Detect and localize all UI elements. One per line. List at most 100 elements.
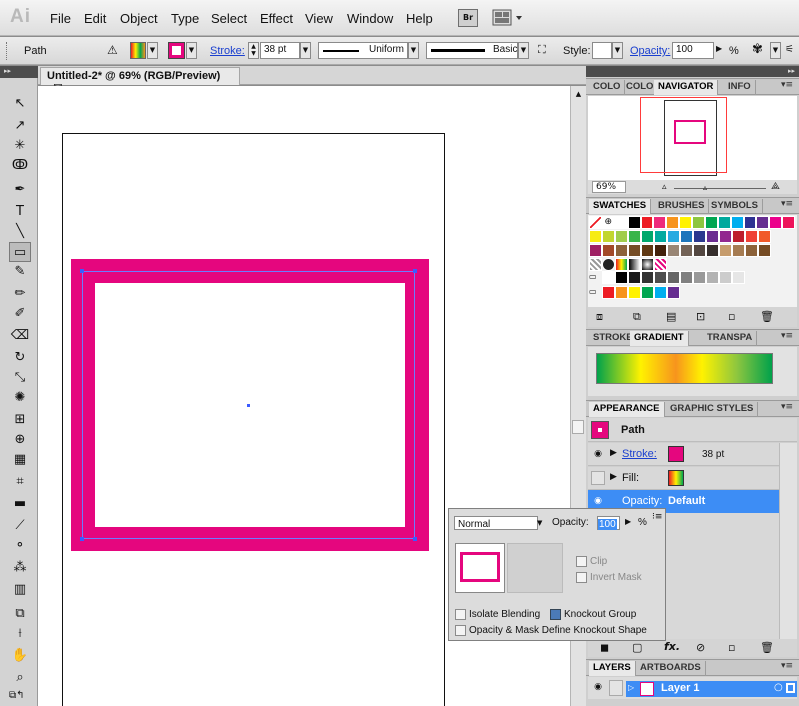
swatch[interactable] [680,244,693,257]
swatch[interactable] [717,216,731,229]
selection-handle[interactable] [80,269,84,273]
swatch[interactable] [758,244,771,257]
layer-target-icon[interactable]: ○ [774,682,783,693]
opacity-slider-arrow-icon[interactable]: ▶ [716,44,722,53]
opacity-mask-thumbnail[interactable] [507,543,563,593]
direct-selection-icon[interactable]: ↗ [9,116,31,136]
swatch[interactable] [782,216,795,229]
menu-file[interactable]: File [50,11,71,26]
fill-stroke-swap-icon[interactable]: ⧉↰ [9,690,33,704]
blend-mode-select[interactable]: Normal [454,516,538,530]
layer-row[interactable]: ◉ ▷ Layer 1 ○ [588,677,797,699]
swatch[interactable] [667,230,680,243]
new-color-group-icon[interactable]: ⊡ [696,310,705,323]
knockout-group-checkbox[interactable] [550,609,561,620]
expand-triangle-icon[interactable]: ▷ [628,683,634,692]
swatch[interactable] [589,258,602,271]
swatch[interactable] [602,230,615,243]
add-new-fill-icon[interactable]: ▢ [632,641,642,654]
tab-color[interactable]: COLO [589,80,626,95]
layer-name[interactable]: Layer 1 [661,682,700,694]
swatch[interactable] [693,230,706,243]
bridge-button[interactable]: Br [458,9,478,27]
rectangle-icon[interactable]: ▭ [9,242,31,262]
stroke-weight-field[interactable]: 38 pt [260,42,300,59]
selection-handle[interactable] [80,537,84,541]
appearance-stroke-row[interactable]: ◉ ▶ Stroke: 38 pt [588,443,779,466]
add-new-effect-icon[interactable]: fx. [664,640,680,653]
navigator-view-box[interactable] [640,97,727,173]
swatch[interactable] [589,244,602,257]
layer-selected-bar[interactable]: ▷ Layer 1 ○ [626,681,797,697]
swatch[interactable] [602,271,615,284]
swatch[interactable] [758,230,771,243]
warning-icon[interactable]: ⚠ [107,43,118,57]
blend-mode-dropdown[interactable]: ▼ [537,516,547,530]
selection-arrow-icon[interactable]: ↖ [9,94,31,114]
gradient-menu-icon[interactable]: ▾≡ [781,331,793,341]
swatch-libraries-icon[interactable]: ⧈ [596,310,603,324]
swatch[interactable] [653,216,667,229]
appearance-scrollbar[interactable] [779,443,797,639]
tab-artboards[interactable]: ARTBOARDS [636,661,706,676]
registration-swatch[interactable]: ⊕ [601,216,615,229]
stroke-color-swatch[interactable] [668,446,684,462]
warp-icon[interactable]: ✺ [9,388,31,408]
navigator-preview[interactable] [588,96,797,180]
object-thumbnail[interactable] [455,543,505,593]
rotate-icon[interactable]: ↻ [9,348,31,368]
new-swatch-icon[interactable]: ▫ [728,310,735,323]
column-graph-icon[interactable]: ▥ [9,580,31,600]
swatch[interactable] [628,230,641,243]
swatch[interactable] [719,230,732,243]
tab-symbols[interactable]: SYMBOLS [707,199,763,214]
swatch[interactable] [615,230,628,243]
swatch[interactable] [706,271,719,284]
tab-graphic-styles[interactable]: GRAPHIC STYLES [666,402,759,417]
opacity-field[interactable]: 100 [672,42,714,59]
swatch[interactable] [745,230,758,243]
none-swatch[interactable] [589,216,602,229]
swatch[interactable] [704,216,718,229]
isolate-blending-checkbox[interactable] [455,609,466,620]
swatch[interactable] [654,258,667,271]
lasso-icon[interactable]: ↂ [9,156,31,176]
clip-checkbox[interactable] [576,556,587,567]
swatch[interactable] [640,216,654,229]
gradient-preview[interactable] [596,353,773,384]
swatch[interactable] [615,258,628,271]
swatch[interactable] [719,244,732,257]
visibility-eye-icon[interactable]: ◉ [591,449,605,461]
swatch[interactable] [654,286,667,299]
blob-brush-icon[interactable]: ✐ [9,304,31,324]
recolor-dropdown[interactable]: ▼ [770,42,781,59]
free-transform-icon[interactable]: ⊞ [9,410,31,430]
swatch[interactable] [654,244,667,257]
show-swatch-kinds-icon[interactable]: ⧉ [633,310,641,324]
artboard-icon[interactable]: ⧉ [9,604,31,624]
slice-icon[interactable]: ⟊ [9,624,31,644]
swatch[interactable] [706,244,719,257]
add-new-stroke-icon[interactable]: ◼ [600,641,609,654]
align-stroke-icon[interactable]: ⛶ [538,43,546,57]
graphic-style-swatch[interactable] [592,42,612,59]
tab-info[interactable]: INFO [724,80,756,95]
tools-panel-header[interactable]: ▸▸ [0,66,38,78]
scroll-thumb[interactable] [572,420,584,434]
opacity-mask-knockout-checkbox[interactable] [455,625,466,636]
menu-window[interactable]: Window [347,11,393,26]
swatch[interactable] [627,216,641,229]
swatch[interactable] [589,230,602,243]
appearance-fill-row[interactable]: ▶ Fill: [588,467,779,490]
zoom-in-icon[interactable]: ⟁ [771,181,780,192]
tab-color-guide[interactable]: COLO [622,80,659,95]
stroke-spinner[interactable]: ▲ ▼ [248,42,259,59]
hand-icon[interactable]: ✋ [9,646,31,666]
layer-selection-indicator[interactable] [786,683,795,693]
appearance-path-row[interactable]: Path [588,418,797,442]
swatch[interactable] [602,244,615,257]
gradient-icon[interactable]: ▬ [9,494,31,514]
delete-item-icon[interactable]: 🗑 [760,641,774,654]
swatch[interactable] [679,216,692,229]
swatch-options-icon[interactable]: ▤ [666,310,676,323]
